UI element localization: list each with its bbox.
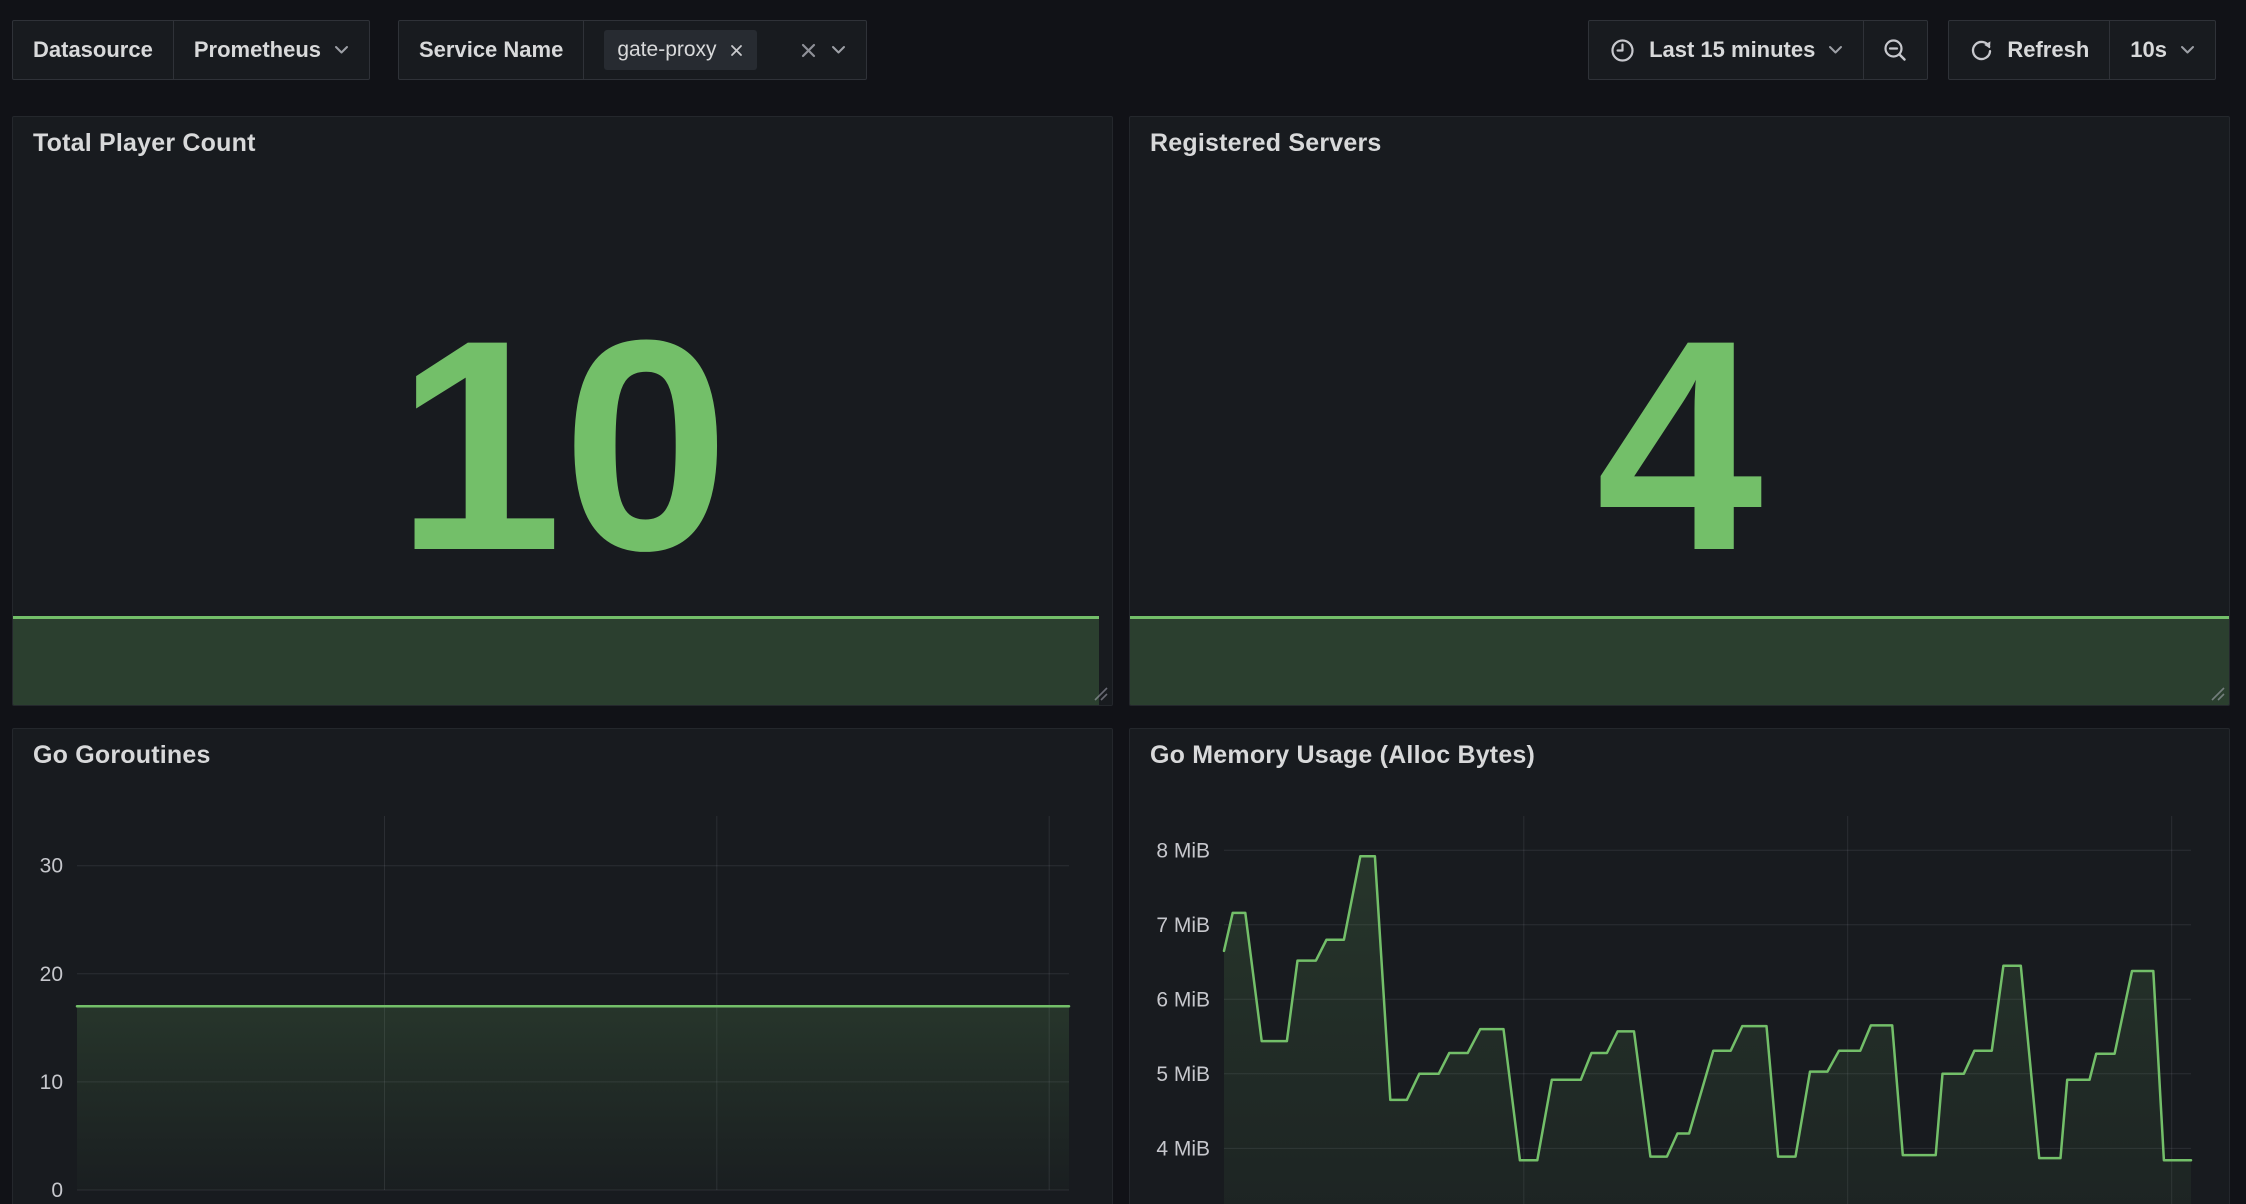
time-range-picker[interactable]: Last 15 minutes [1589, 21, 1863, 79]
panel-title[interactable]: Registered Servers [1150, 129, 1382, 158]
datasource-picker[interactable]: Prometheus [173, 21, 369, 79]
svg-text:7 MiB: 7 MiB [1156, 914, 1210, 937]
refresh-interval-picker[interactable]: 10s [2109, 21, 2215, 79]
chevron-down-icon [334, 45, 349, 55]
datasource-value: Prometheus [194, 37, 321, 63]
svg-text:30: 30 [40, 855, 63, 878]
service-name-tag[interactable]: gate-proxy [604, 30, 756, 70]
clear-selection-icon[interactable] [799, 41, 818, 60]
service-name-label: Service Name [399, 21, 583, 79]
svg-text:8 MiB: 8 MiB [1156, 839, 1210, 862]
stat-sparkline [1130, 616, 2229, 705]
refresh-button[interactable]: Refresh [1949, 21, 2109, 79]
circular-arrows-icon [1969, 38, 1994, 63]
remove-tag-icon[interactable] [729, 43, 744, 58]
grafana-dashboard: Datasource Prometheus Service Name gate-… [0, 0, 2246, 1204]
service-name-picker[interactable]: gate-proxy [583, 21, 865, 79]
variable-datasource: Datasource Prometheus [12, 20, 370, 80]
svg-text:0: 0 [51, 1179, 63, 1202]
panel-title[interactable]: Go Memory Usage (Alloc Bytes) [1150, 741, 1535, 770]
dashboard-toolbar: Datasource Prometheus Service Name gate-… [12, 20, 2216, 80]
chevron-down-icon [831, 45, 846, 55]
time-range-value: Last 15 minutes [1649, 37, 1815, 63]
stat-value: 10 [396, 295, 730, 595]
svg-text:4 MiB: 4 MiB [1156, 1137, 1210, 1160]
chevron-down-icon [2180, 45, 2195, 55]
refresh-group: Refresh 10s [1948, 20, 2216, 80]
stat-value: 4 [1596, 295, 1763, 595]
goroutines-line-chart[interactable]: 0 10 20 30 [13, 729, 1113, 1204]
toolbar-variables: Datasource Prometheus Service Name gate-… [12, 20, 867, 80]
memory-line-chart[interactable]: 4 MiB 5 MiB 6 MiB 7 MiB 8 MiB [1130, 729, 2230, 1204]
refresh-label: Refresh [2007, 37, 2089, 63]
service-name-tag-label: gate-proxy [617, 38, 716, 62]
refresh-interval-value: 10s [2130, 37, 2167, 63]
magnifier-minus-icon [1882, 37, 1909, 64]
panel-go-goroutines: Go Goroutines 0 10 20 30 [12, 728, 1113, 1204]
panel-resize-handle[interactable] [2208, 684, 2226, 702]
svg-text:6 MiB: 6 MiB [1156, 988, 1210, 1011]
variable-service-name: Service Name gate-proxy [398, 20, 867, 80]
datasource-label: Datasource [13, 21, 173, 79]
panel-registered-servers: Registered Servers 4 [1129, 116, 2230, 706]
zoom-out-button[interactable] [1863, 21, 1927, 79]
toolbar-time-controls: Last 15 minutes [1588, 20, 2216, 80]
panel-resize-handle[interactable] [1091, 684, 1109, 702]
panel-title[interactable]: Go Goroutines [33, 741, 211, 770]
panel-total-player-count: Total Player Count 10 [12, 116, 1113, 706]
stat-sparkline [13, 616, 1099, 705]
svg-text:10: 10 [40, 1071, 63, 1094]
svg-text:20: 20 [40, 963, 63, 986]
panel-title[interactable]: Total Player Count [33, 129, 256, 158]
clock-icon [1609, 37, 1636, 64]
chevron-down-icon [1828, 45, 1843, 55]
panel-grid: Total Player Count 10 Registered Servers… [12, 116, 2230, 1204]
svg-text:5 MiB: 5 MiB [1156, 1063, 1210, 1086]
panel-go-memory-usage: Go Memory Usage (Alloc Bytes) 4 MiB 5 MiB… [1129, 728, 2230, 1204]
time-picker-group: Last 15 minutes [1588, 20, 1928, 80]
